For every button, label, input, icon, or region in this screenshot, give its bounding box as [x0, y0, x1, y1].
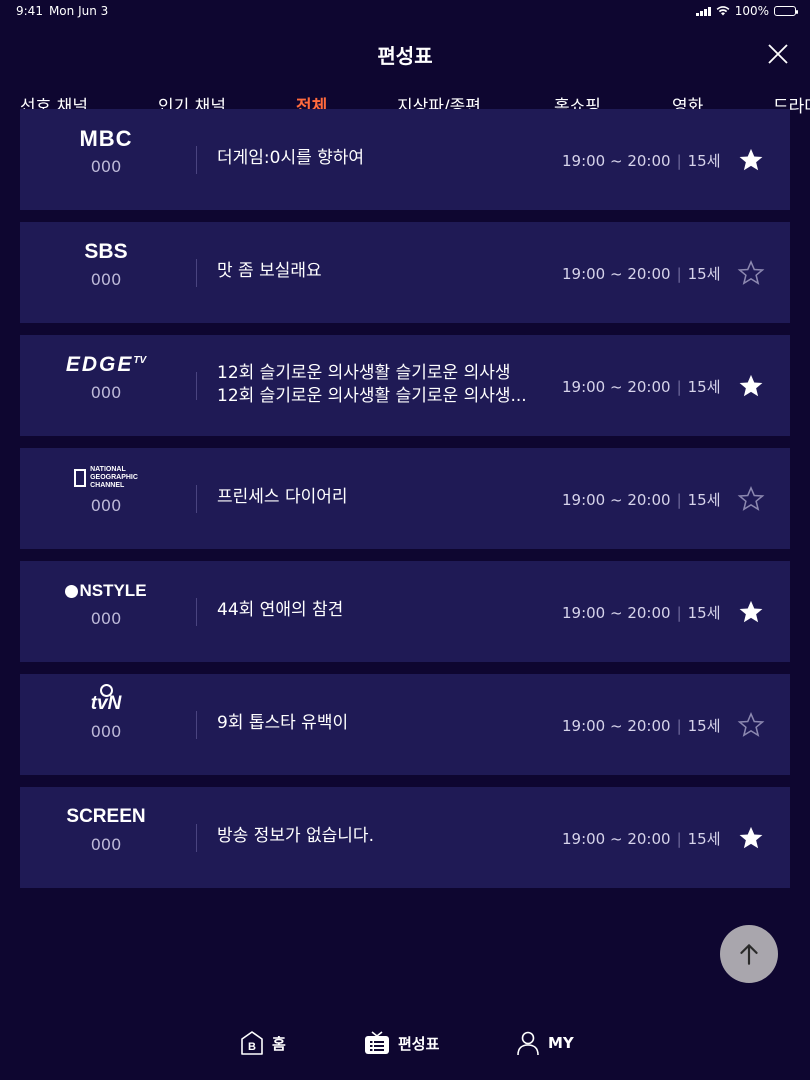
- channel-row[interactable]: NATIONAL GEOGRAPHIC CHANNEL 000 프린세스 다이어리 …: [20, 448, 790, 549]
- status-time: 9:41: [16, 4, 43, 18]
- home-icon: B: [241, 1031, 263, 1055]
- channel-logo-onstyle: NSTYLE: [20, 577, 192, 605]
- star-outline-icon[interactable]: [737, 485, 765, 513]
- battery-icon: [774, 6, 798, 16]
- program-rating: 15세: [687, 491, 721, 509]
- channel-logo-box: EDGETV 000: [20, 335, 192, 436]
- program-meta: 19:00 ~ 20:00 | 15세: [562, 265, 721, 283]
- program-rating: 15세: [687, 830, 721, 848]
- channel-logo-screen: SCREEN: [66, 806, 146, 827]
- program-rating: 15세: [687, 378, 721, 396]
- star-outline-icon[interactable]: [737, 711, 765, 739]
- channel-logo-box: SCREEN 000: [20, 787, 192, 888]
- nav-my[interactable]: MY: [516, 1030, 574, 1056]
- cellular-signal-icon: [695, 6, 711, 16]
- nav-home[interactable]: B 홈: [240, 1030, 286, 1056]
- program-title: 더게임:0시를 향하여: [217, 148, 365, 168]
- program-time: 19:00 ~ 20:00: [562, 152, 671, 170]
- battery-percent: 100%: [734, 4, 769, 18]
- star-filled-icon[interactable]: [737, 598, 765, 626]
- nav-tv-guide-label: 편성표: [398, 1034, 440, 1053]
- arrow-up-icon: [740, 944, 758, 965]
- program-title: 맛 좀 보실래요: [217, 261, 322, 281]
- header: 편성표: [0, 22, 810, 86]
- wifi-icon: [716, 6, 730, 16]
- nav-my-label: MY: [548, 1034, 574, 1052]
- program-title: 9회 톱스타 유백이: [217, 713, 349, 733]
- tv-guide-icon: [365, 1031, 389, 1054]
- program-meta: 19:00 ~ 20:00 | 15세: [562, 830, 721, 848]
- channel-number: 000: [90, 835, 122, 854]
- program-time: 19:00 ~ 20:00: [562, 717, 671, 735]
- star-filled-icon[interactable]: [737, 824, 765, 852]
- channel-number: 000: [90, 157, 122, 176]
- channel-logo-natgeo: NATIONAL GEOGRAPHIC CHANNEL: [20, 464, 192, 492]
- divider: [196, 598, 197, 626]
- program-time: 19:00 ~ 20:00: [562, 378, 671, 396]
- program-title: 44회 연애의 참견: [217, 600, 344, 620]
- status-right: 100%: [695, 4, 798, 18]
- program-time: 19:00 ~ 20:00: [562, 604, 671, 622]
- program-rating: 15세: [687, 717, 721, 735]
- person-icon: [517, 1031, 539, 1056]
- channel-number: 000: [90, 496, 122, 515]
- program-time: 19:00 ~ 20:00: [562, 830, 671, 848]
- scroll-to-top-button[interactable]: [720, 925, 778, 983]
- program-rating: 15세: [687, 265, 721, 283]
- program-title: 프린세스 다이어리: [217, 487, 348, 507]
- program-meta: 19:00 ~ 20:00 | 15세: [562, 152, 721, 170]
- channel-row[interactable]: NSTYLE 000 44회 연애의 참견 19:00 ~ 20:00 | 15세: [20, 561, 790, 662]
- svg-text:B: B: [248, 1041, 256, 1053]
- program-time: 19:00 ~ 20:00: [562, 265, 671, 283]
- nav-tv-guide[interactable]: 편성표: [364, 1030, 439, 1056]
- star-filled-icon[interactable]: [737, 372, 765, 400]
- status-date: Mon Jun 3: [48, 4, 109, 18]
- channel-logo-box: tvN 000: [20, 674, 192, 775]
- channel-number: 000: [90, 722, 122, 741]
- channel-logo-box: NSTYLE 000: [20, 561, 192, 662]
- channel-row[interactable]: SBS 000 맛 좀 보실래요 19:00 ~ 20:00 | 15세: [20, 222, 790, 323]
- program-rating: 15세: [687, 604, 721, 622]
- program-meta: 19:00 ~ 20:00 | 15세: [562, 378, 721, 396]
- program-rating: 15세: [687, 152, 721, 170]
- channel-number: 000: [90, 383, 122, 402]
- channel-row[interactable]: SCREEN 000 방송 정보가 없습니다. 19:00 ~ 20:00 | 15…: [20, 787, 790, 888]
- close-icon[interactable]: [766, 42, 790, 66]
- program-meta: 19:00 ~ 20:00 | 15세: [562, 717, 721, 735]
- channel-row[interactable]: tvN 000 9회 톱스타 유백이 19:00 ~ 20:00 | 15세: [20, 674, 790, 775]
- program-title: 방송 정보가 없습니다.: [217, 826, 374, 846]
- channel-logo-mbc: MBC: [79, 126, 133, 151]
- channel-logo-edgetv: EDGETV: [65, 353, 147, 376]
- channel-logo-sbs: SBS: [84, 240, 128, 263]
- channel-logo-box: SBS 000: [20, 222, 192, 323]
- divider: [196, 372, 197, 400]
- channel-number: 000: [90, 270, 122, 289]
- channel-logo-box: NATIONAL GEOGRAPHIC CHANNEL 000: [20, 448, 192, 549]
- channel-logo-box: MBC 000: [20, 109, 192, 210]
- divider: [196, 485, 197, 513]
- status-left: 9:41 Mon Jun 3: [16, 4, 108, 18]
- page-title: 편성표: [377, 44, 433, 68]
- program-meta: 19:00 ~ 20:00 | 15세: [562, 604, 721, 622]
- bottom-nav: B 홈 편성표 MY: [0, 1020, 810, 1070]
- divider: [196, 711, 197, 739]
- program-meta: 19:00 ~ 20:00 | 15세: [562, 491, 721, 509]
- channel-row[interactable]: MBC 000 더게임:0시를 향하여 19:00 ~ 20:00 | 15세: [20, 109, 790, 210]
- divider: [196, 146, 197, 174]
- channel-logo-tvn: tvN: [20, 684, 192, 718]
- divider: [196, 824, 197, 852]
- star-filled-icon[interactable]: [737, 146, 765, 174]
- program-title: 12회 슬기로운 의사생활 슬기로운 의사생 12회 슬기로운 의사생활 슬기로운…: [217, 363, 527, 406]
- channel-row[interactable]: EDGETV 000 12회 슬기로운 의사생활 슬기로운 의사생 12회 슬기로…: [20, 335, 790, 436]
- nav-home-label: 홈: [272, 1034, 286, 1053]
- program-time: 19:00 ~ 20:00: [562, 491, 671, 509]
- divider: [196, 259, 197, 287]
- status-bar: 9:41 Mon Jun 3 100%: [0, 0, 810, 22]
- channel-number: 000: [90, 609, 122, 628]
- star-outline-icon[interactable]: [737, 259, 765, 287]
